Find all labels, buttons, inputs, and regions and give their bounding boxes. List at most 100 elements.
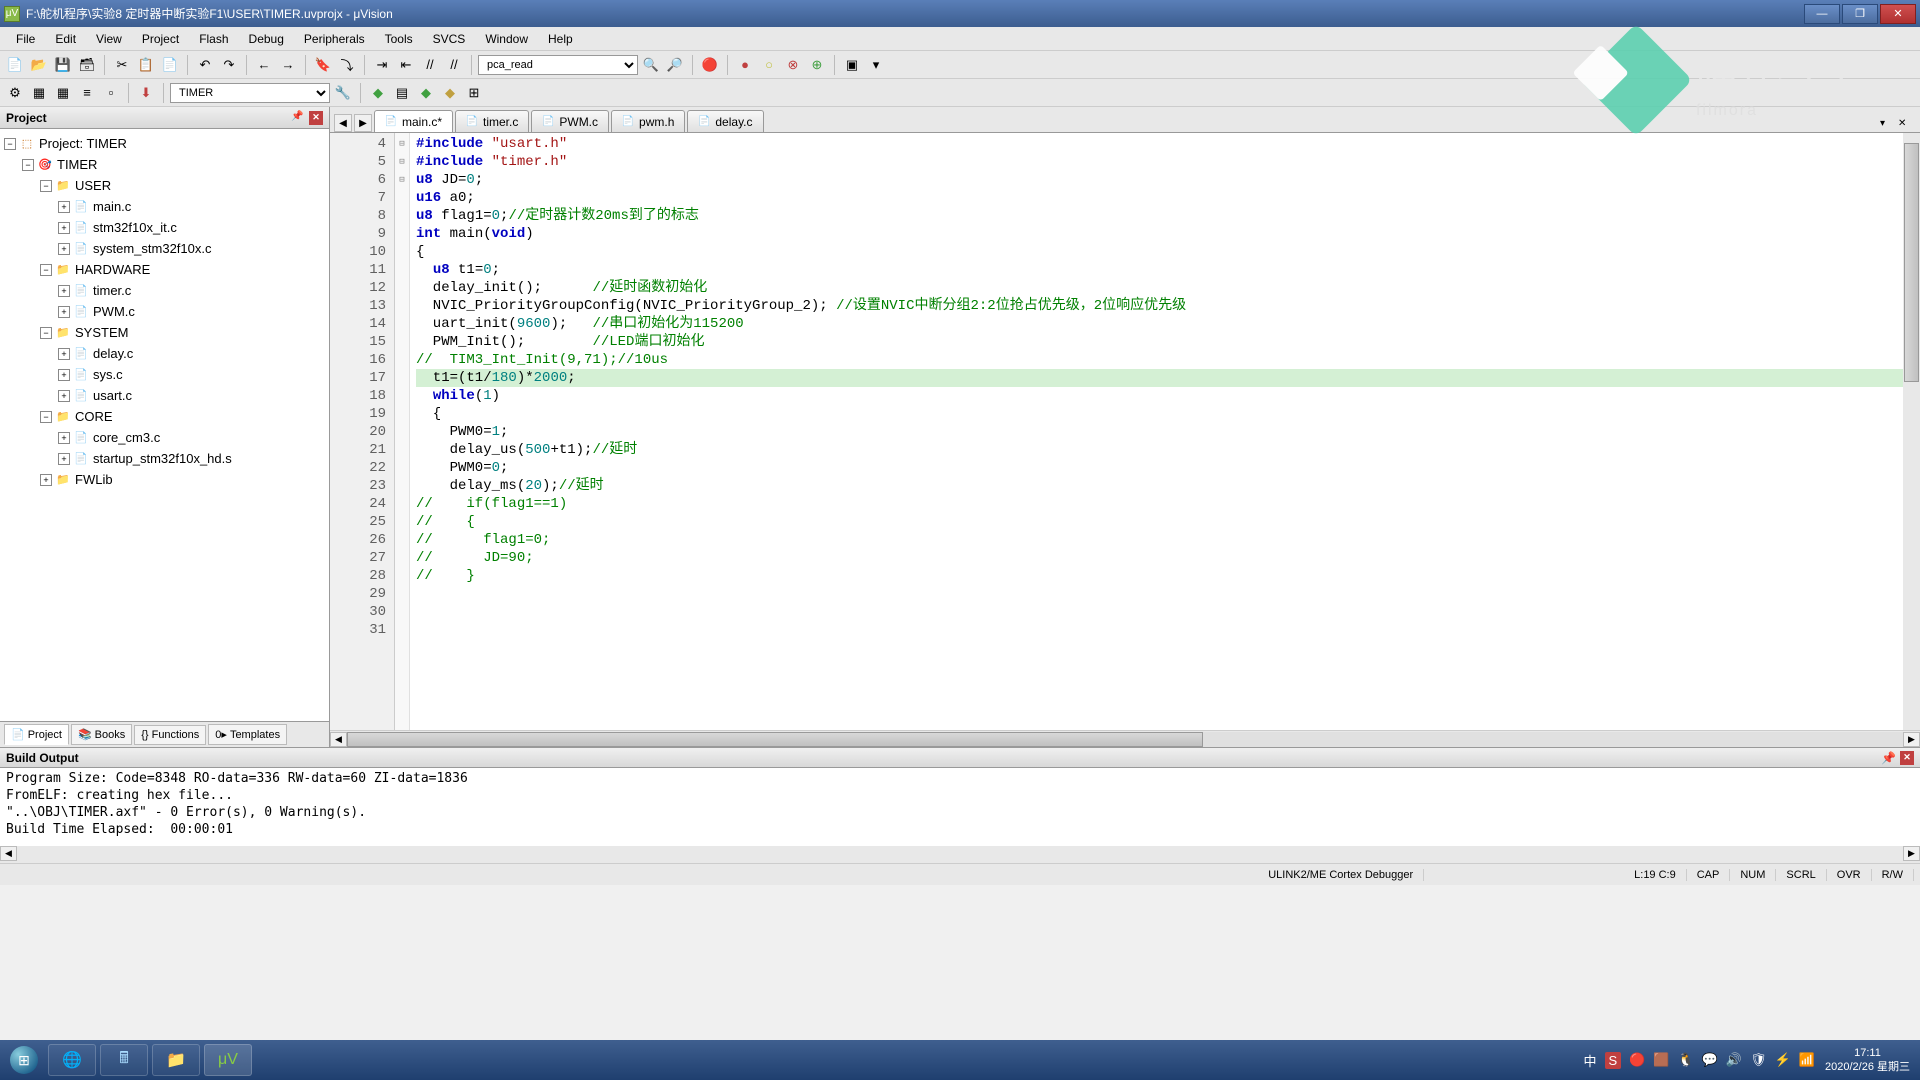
taskbar-clock[interactable]: 17:11 2020/2/26 星期三 xyxy=(1825,1046,1916,1074)
expand-icon[interactable]: + xyxy=(58,306,70,318)
tree-file[interactable]: +📄delay.c xyxy=(0,343,329,364)
volume-icon[interactable]: 🔊 xyxy=(1726,1052,1742,1068)
project-tree[interactable]: −⬚Project: TIMER−🎯TIMER−📁USER+📄main.c+📄s… xyxy=(0,129,329,721)
menu-project[interactable]: Project xyxy=(132,29,189,49)
open-file-icon[interactable]: 📂 xyxy=(28,54,50,76)
panel-close-icon[interactable]: ✕ xyxy=(1900,751,1914,765)
code-editor[interactable]: 4567891011121314151617181920212223242526… xyxy=(330,133,1920,730)
system-tray[interactable]: 中 S 🔴 🟫 🐧 💬 🔊 🛡 ⚡ 📶 xyxy=(1583,1051,1825,1070)
tree-file[interactable]: +📄main.c xyxy=(0,196,329,217)
expand-icon[interactable]: − xyxy=(4,138,16,150)
tree-file[interactable]: +📄startup_stm32f10x_hd.s xyxy=(0,448,329,469)
menu-file[interactable]: File xyxy=(6,29,45,49)
panel-tab-functions[interactable]: {}Functions xyxy=(134,725,206,745)
find-files-icon[interactable]: 🔎 xyxy=(664,54,686,76)
menu-help[interactable]: Help xyxy=(538,29,583,49)
translate-icon[interactable]: ⚙ xyxy=(4,82,26,104)
breakpoint-insert-icon[interactable]: ● xyxy=(734,54,756,76)
find-combo[interactable]: pca_read xyxy=(478,55,638,75)
tray-icon[interactable]: ⚡ xyxy=(1775,1052,1791,1068)
copy-icon[interactable]: 📋 xyxy=(135,54,157,76)
target-options-icon[interactable]: 🔧 xyxy=(332,82,354,104)
panel-close-icon[interactable]: ✕ xyxy=(309,111,323,125)
tree-group-user[interactable]: −📁USER xyxy=(0,175,329,196)
menu-window[interactable]: Window xyxy=(475,29,538,49)
expand-icon[interactable]: + xyxy=(58,243,70,255)
menu-edit[interactable]: Edit xyxy=(45,29,86,49)
expand-icon[interactable]: + xyxy=(58,285,70,297)
menu-svcs[interactable]: SVCS xyxy=(423,29,476,49)
dropdown-icon[interactable]: ▾ xyxy=(865,54,887,76)
build-output-text[interactable]: Program Size: Code=8348 RO-data=336 RW-d… xyxy=(0,768,1920,846)
rebuild-icon[interactable]: ▦ xyxy=(52,82,74,104)
pin-icon[interactable]: 📌 xyxy=(291,111,305,125)
find-icon[interactable]: 🔍 xyxy=(640,54,662,76)
debug-icon[interactable]: 🔴 xyxy=(699,54,721,76)
outdent-icon[interactable]: ⇤ xyxy=(395,54,417,76)
tree-file[interactable]: +📄timer.c xyxy=(0,280,329,301)
scroll-right-icon[interactable]: ▶ xyxy=(1903,732,1920,747)
close-button[interactable]: ✕ xyxy=(1880,4,1916,24)
comment-icon[interactable]: // xyxy=(419,54,441,76)
tree-group-fwlib[interactable]: +📁FWLib xyxy=(0,469,329,490)
nav-fwd-icon[interactable]: → xyxy=(277,54,299,76)
expand-icon[interactable]: − xyxy=(40,264,52,276)
save-file-icon[interactable]: 💾 xyxy=(52,54,74,76)
ime-indicator[interactable]: 中 xyxy=(1583,1051,1596,1070)
tree-file[interactable]: +📄PWM.c xyxy=(0,301,329,322)
scroll-left-icon[interactable]: ◀ xyxy=(330,732,347,747)
editor-tab[interactable]: 📄PWM.c xyxy=(531,110,609,132)
manage3-icon[interactable]: ◆ xyxy=(415,82,437,104)
panel-tab-project[interactable]: 📄Project xyxy=(4,724,69,745)
stop-build-icon[interactable]: ▫ xyxy=(100,82,122,104)
tree-file[interactable]: +📄sys.c xyxy=(0,364,329,385)
download-icon[interactable]: ⬇ xyxy=(135,82,157,104)
tab-dropdown-icon[interactable]: ▾ xyxy=(1880,118,1894,132)
scroll-thumb[interactable] xyxy=(347,732,1203,747)
editor-vscrollbar[interactable] xyxy=(1903,133,1920,730)
breakpoint-disable-icon[interactable]: ○ xyxy=(758,54,780,76)
windows-taskbar[interactable]: ⊞ 🌐 🖩 📁 μV 中 S 🔴 🟫 🐧 💬 🔊 🛡 ⚡ 📶 17:11 202… xyxy=(0,1040,1920,1080)
expand-icon[interactable]: + xyxy=(58,348,70,360)
breakpoint-kill-icon[interactable]: ⊗ xyxy=(782,54,804,76)
tree-group-hardware[interactable]: −📁HARDWARE xyxy=(0,259,329,280)
menu-peripherals[interactable]: Peripherals xyxy=(294,29,375,49)
build-icon[interactable]: ▦ xyxy=(28,82,50,104)
scroll-track[interactable] xyxy=(347,732,1903,747)
tree-project-root[interactable]: −⬚Project: TIMER xyxy=(0,133,329,154)
manage4-icon[interactable]: ◆ xyxy=(439,82,461,104)
redo-icon[interactable]: ↷ xyxy=(218,54,240,76)
tree-file[interactable]: +📄core_cm3.c xyxy=(0,427,329,448)
editor-tab[interactable]: 📄timer.c xyxy=(455,110,529,132)
tray-icon[interactable]: 🔴 xyxy=(1629,1052,1645,1068)
tab-close-icon[interactable]: ✕ xyxy=(1898,118,1912,132)
build-hscrollbar[interactable]: ◀ ▶ xyxy=(0,846,1920,863)
tree-file[interactable]: +📄system_stm32f10x.c xyxy=(0,238,329,259)
editor-tab[interactable]: 📄main.c* xyxy=(374,110,453,132)
menu-debug[interactable]: Debug xyxy=(239,29,294,49)
panel-tab-templates[interactable]: 0▸Templates xyxy=(208,724,287,745)
expand-icon[interactable]: + xyxy=(58,369,70,381)
taskbar-app-explorer[interactable]: 📁 xyxy=(152,1044,200,1076)
manage5-icon[interactable]: ⊞ xyxy=(463,82,485,104)
expand-icon[interactable]: + xyxy=(40,474,52,486)
expand-icon[interactable]: + xyxy=(58,453,70,465)
editor-tab[interactable]: 📄pwm.h xyxy=(611,110,685,132)
ime-mode-icon[interactable]: S xyxy=(1605,1052,1622,1069)
menu-flash[interactable]: Flash xyxy=(189,29,238,49)
start-button[interactable]: ⊞ xyxy=(4,1044,44,1076)
maximize-button[interactable]: ❐ xyxy=(1842,4,1878,24)
cut-icon[interactable]: ✂ xyxy=(111,54,133,76)
expand-icon[interactable]: + xyxy=(58,390,70,402)
tab-nav-right-icon[interactable]: ▶ xyxy=(354,114,372,132)
network-icon[interactable]: 📶 xyxy=(1799,1052,1815,1068)
manage-icon[interactable]: ◆ xyxy=(367,82,389,104)
scroll-thumb[interactable] xyxy=(1904,143,1919,382)
scroll-right-icon[interactable]: ▶ xyxy=(1903,846,1920,861)
taskbar-app-calc[interactable]: 🖩 xyxy=(100,1044,148,1076)
expand-icon[interactable]: − xyxy=(22,159,34,171)
scroll-left-icon[interactable]: ◀ xyxy=(0,846,17,861)
manage2-icon[interactable]: ▤ xyxy=(391,82,413,104)
editor-hscrollbar[interactable]: ◀ ▶ xyxy=(330,730,1920,747)
expand-icon[interactable]: + xyxy=(58,432,70,444)
